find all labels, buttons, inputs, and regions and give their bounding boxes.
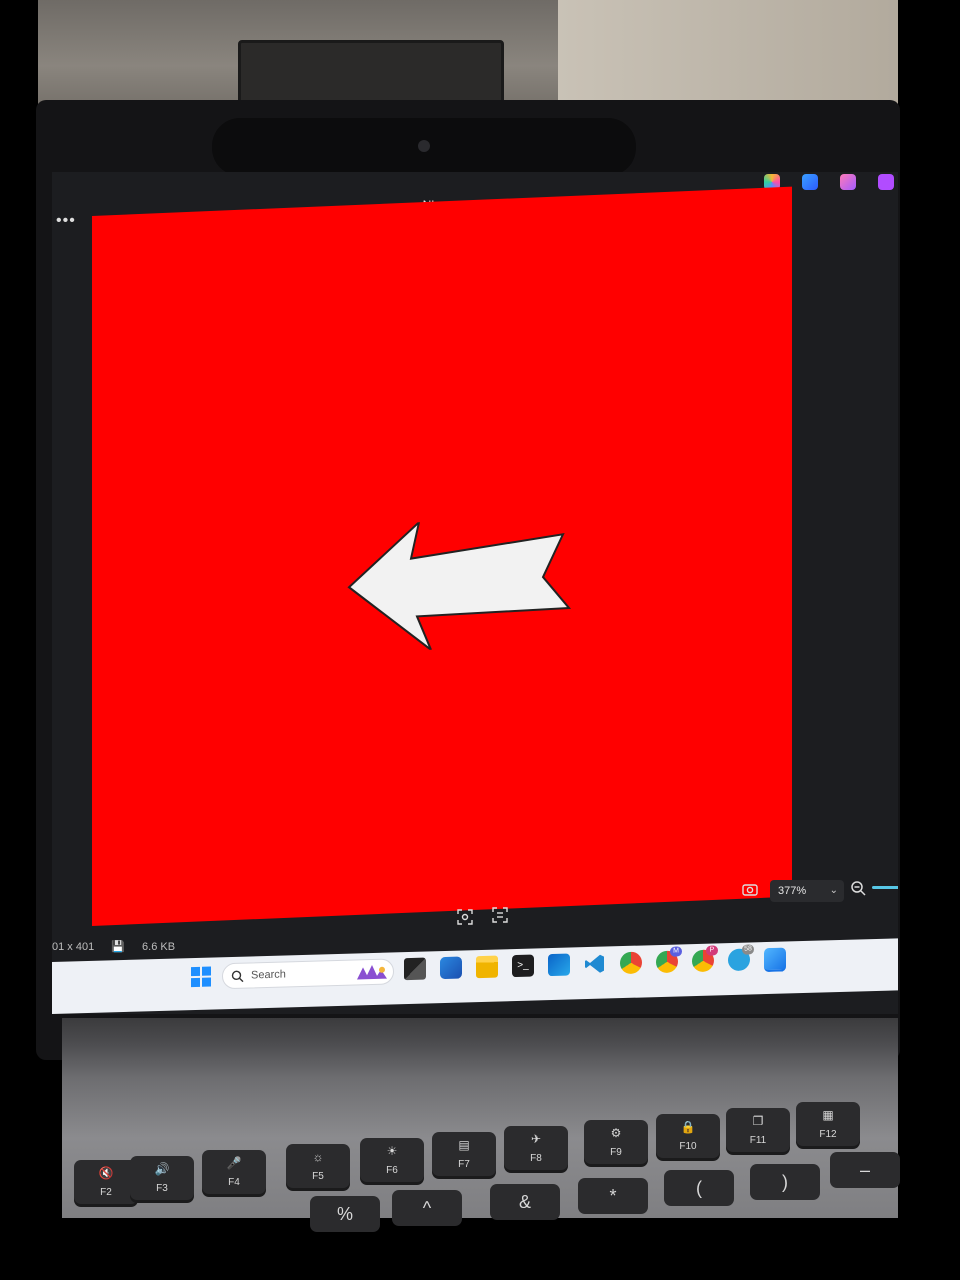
zoom-level-value: 377% xyxy=(778,885,807,897)
task-view-icon[interactable] xyxy=(404,957,426,981)
brightness-down-icon: ☼ xyxy=(312,1150,324,1164)
search-placeholder: Search xyxy=(251,968,286,982)
telegram-icon[interactable]: 58 xyxy=(728,944,754,972)
viewer-toolbar: 377% ⌄ xyxy=(52,872,898,932)
file-explorer-icon[interactable] xyxy=(476,955,498,979)
visual-search-icon[interactable] xyxy=(457,909,473,925)
key-caret[interactable]: ^ xyxy=(392,1190,462,1226)
key-f7[interactable]: ▤ F7 xyxy=(432,1132,496,1176)
search-highlight-art-icon xyxy=(357,965,387,980)
clipchamp-icon[interactable] xyxy=(840,174,856,190)
key-f5[interactable]: ☼ F5 xyxy=(286,1144,350,1188)
key-f12[interactable]: ▦ F12 xyxy=(796,1102,860,1146)
key-minus[interactable]: – xyxy=(830,1152,900,1188)
text-extract-icon[interactable] xyxy=(492,907,508,923)
key-paren-open[interactable]: ( xyxy=(664,1170,734,1206)
lock-icon: 🔒 xyxy=(680,1120,696,1134)
mic-mute-icon: 🎤 xyxy=(226,1156,242,1170)
image-canvas xyxy=(92,186,792,926)
windows-start-icon[interactable] xyxy=(190,966,212,989)
chevron-down-icon: ⌄ xyxy=(829,885,838,896)
settings-gear-icon: ⚙ xyxy=(610,1126,622,1140)
brightness-up-icon: ☀ xyxy=(386,1144,398,1158)
camera-icon xyxy=(418,140,430,152)
designer-icon[interactable] xyxy=(802,174,818,190)
key-f4[interactable]: 🎤 F4 xyxy=(202,1150,266,1194)
key-f3[interactable]: 🔊 F3 xyxy=(130,1156,194,1200)
key-f2[interactable]: 🔇 F2 xyxy=(74,1160,138,1204)
key-asterisk[interactable]: * xyxy=(578,1178,648,1214)
chrome-icon[interactable] xyxy=(620,951,642,975)
image-dimensions: 01 x 401 xyxy=(52,941,95,953)
zoom-slider[interactable] xyxy=(872,886,898,889)
zoom-out-icon[interactable] xyxy=(850,880,866,896)
vscode-icon[interactable] xyxy=(584,953,606,976)
weather-store-icon[interactable] xyxy=(440,956,462,980)
key-percent[interactable]: % xyxy=(310,1196,380,1232)
chrome-profile-p-icon[interactable]: P xyxy=(692,945,718,973)
key-ampersand[interactable]: & xyxy=(490,1184,560,1220)
telegram-unread-badge: 58 xyxy=(742,944,754,955)
calculator-icon: ▦ xyxy=(822,1108,834,1122)
screenshot-icon[interactable] xyxy=(742,882,758,896)
function-key-row: 🔇 F2 🔊 F3 🎤 F4 ☼ F5 ☀ F6 ▤ F7 ✈ F8 ⚙ F9 🔒 F10 ❐ F1… xyxy=(60,1100,900,1232)
zoom-level-dropdown[interactable]: 377% ⌄ xyxy=(770,880,844,902)
chrome-profile-m-icon[interactable]: M xyxy=(656,946,682,974)
key-f11[interactable]: ❐ F11 xyxy=(726,1108,790,1152)
key-f10[interactable]: 🔒 F10 xyxy=(656,1114,720,1158)
file-size: 6.6 KB xyxy=(142,941,176,953)
more-options-button[interactable]: ••• xyxy=(56,213,82,234)
profile-badge-p: P xyxy=(706,945,718,956)
display-switch-icon: ▤ xyxy=(458,1138,470,1152)
terminal-icon[interactable]: >_ xyxy=(512,954,534,978)
save-icon: 💾 xyxy=(111,941,125,953)
photos-app-icon[interactable] xyxy=(764,947,786,973)
taskbar-search-box[interactable]: Search xyxy=(222,958,394,990)
key-paren-close[interactable]: ) xyxy=(750,1164,820,1200)
taskbar-pinned-apps: >_ M P 58 xyxy=(404,944,786,982)
volume-mute-icon: 🔇 xyxy=(98,1166,114,1180)
key-f9[interactable]: ⚙ F9 xyxy=(584,1120,648,1164)
search-icon xyxy=(231,970,244,983)
left-arrow-icon xyxy=(347,519,572,651)
profile-badge-m: M xyxy=(670,946,682,957)
outlook-icon[interactable] xyxy=(548,953,570,977)
key-f8[interactable]: ✈ F8 xyxy=(504,1126,568,1170)
windows-snap-icon: ❐ xyxy=(752,1114,764,1128)
airplane-icon: ✈ xyxy=(530,1132,542,1146)
laptop-screen: NL.png ••• 377% ⌄ xyxy=(52,172,898,1014)
extra-app-icon[interactable] xyxy=(878,174,894,190)
key-f6[interactable]: ☀ F6 xyxy=(360,1138,424,1182)
volume-up-icon: 🔊 xyxy=(154,1162,170,1176)
